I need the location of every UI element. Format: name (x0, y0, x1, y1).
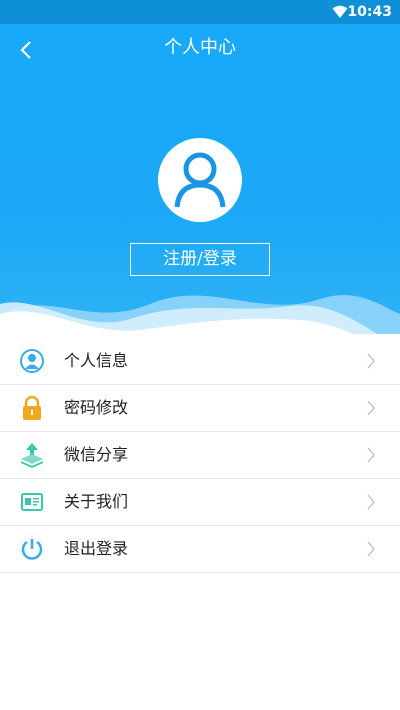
id-card-icon (19, 489, 45, 515)
avatar[interactable] (158, 138, 242, 222)
menu-item-wechat-share[interactable]: 微信分享 (0, 432, 400, 479)
power-icon (19, 536, 45, 562)
menu-item-change-password[interactable]: 密码修改 (0, 385, 400, 432)
menu-item-logout[interactable]: 退出登录 (0, 526, 400, 573)
chevron-right-icon (367, 353, 375, 369)
user-avatar-icon (174, 152, 226, 208)
person-info-icon (19, 348, 45, 374)
menu-list: 个人信息 密码修改 微信分享 关于我们 退出登录 (0, 338, 400, 573)
wave-decoration (0, 295, 400, 334)
wifi-icon (332, 5, 348, 18)
menu-item-about-us[interactable]: 关于我们 (0, 479, 400, 526)
status-time: 10:43 (347, 4, 392, 20)
profile-header: 个人中心 注册/登录 (0, 24, 400, 334)
menu-item-label: 个人信息 (64, 351, 129, 370)
status-bar: 10:43 (0, 0, 400, 24)
menu-item-personal-info[interactable]: 个人信息 (0, 338, 400, 385)
chevron-right-icon (367, 541, 375, 557)
menu-item-label: 关于我们 (64, 492, 129, 511)
menu-item-label: 退出登录 (64, 539, 129, 558)
share-upload-icon (19, 442, 45, 468)
register-login-button[interactable]: 注册/登录 (130, 243, 270, 276)
menu-item-label: 密码修改 (64, 398, 129, 417)
menu-item-label: 微信分享 (64, 445, 129, 464)
chevron-right-icon (367, 447, 375, 463)
chevron-right-icon (367, 400, 375, 416)
chevron-right-icon (367, 494, 375, 510)
page-title: 个人中心 (164, 37, 236, 58)
lock-icon (19, 395, 45, 421)
